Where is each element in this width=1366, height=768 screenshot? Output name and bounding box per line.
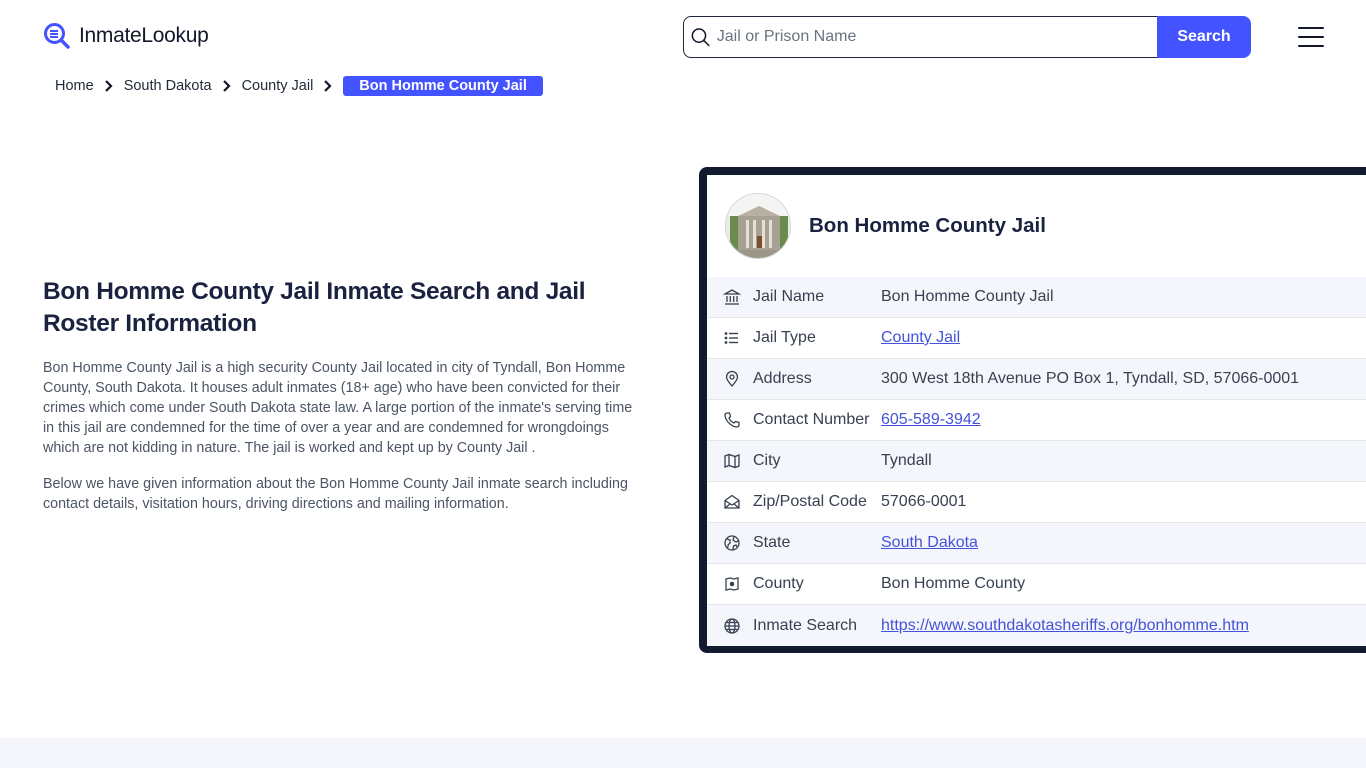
detail-row-state: State South Dakota (707, 523, 1366, 564)
detail-row-inmate-search: Inmate Search https://www.southdakotashe… (707, 605, 1366, 646)
menu-line (1298, 45, 1324, 47)
card-title: Bon Homme County Jail (809, 214, 1046, 237)
hamburger-menu-icon[interactable] (1298, 27, 1324, 47)
page-title: Bon Homme County Jail Inmate Search and … (43, 278, 586, 337)
globe-earth-icon (724, 535, 740, 551)
mail-open-icon (724, 494, 740, 509)
chevron-right-icon (324, 80, 332, 92)
detail-label: County (753, 575, 804, 592)
detail-row-city: City Tyndall (707, 441, 1366, 482)
phone-link[interactable]: 605-589-3942 (881, 411, 981, 429)
map-icon (724, 453, 740, 469)
detail-row-address: Address 300 West 18th Avenue PO Box 1, T… (707, 359, 1366, 400)
state-link[interactable]: South Dakota (881, 534, 978, 552)
detail-label: City (753, 452, 781, 469)
detail-label: Contact Number (753, 411, 870, 428)
detail-label: Jail Name (753, 288, 825, 305)
logo-text: InmateLookup (79, 24, 209, 47)
jail-type-link[interactable]: County Jail (881, 329, 960, 347)
detail-value: Bon Homme County Jail (881, 288, 1054, 305)
chevron-right-icon (222, 80, 231, 92)
jail-details-list: Jail Name Bon Homme County Jail Jail Typ… (707, 277, 1366, 646)
detail-row-contact: Contact Number 605-589-3942 (707, 400, 1366, 441)
detail-value: 300 West 18th Avenue PO Box 1, Tyndall, … (881, 370, 1300, 387)
detail-row-jail-type: Jail Type County Jail (707, 318, 1366, 359)
breadcrumb-jail-type[interactable]: County Jail (242, 78, 314, 94)
search-bar: Search (683, 16, 1251, 58)
detail-value: Bon Homme County (881, 575, 1026, 592)
intro-section: Bon Homme County Jail Inmate Search and … (43, 276, 633, 514)
inmate-search-link[interactable]: https://www.southdakotasheriffs.org/bonh… (881, 617, 1249, 635)
breadcrumb-current: Bon Homme County Jail (343, 76, 543, 96)
detail-value: 57066-0001 (881, 493, 967, 510)
globe-icon (724, 617, 740, 634)
detail-label: Inmate Search (753, 616, 858, 634)
breadcrumb-home[interactable]: Home (55, 78, 94, 94)
detail-label: State (753, 534, 791, 551)
search-field[interactable] (683, 16, 1157, 58)
detail-label: Address (753, 370, 812, 387)
info-paragraph: Below we have given information about th… (43, 476, 628, 512)
search-button[interactable]: Search (1157, 16, 1251, 58)
search-icon (691, 28, 710, 47)
detail-label: Jail Type (753, 329, 816, 346)
bank-icon (723, 289, 741, 305)
phone-icon (724, 412, 740, 428)
site-logo[interactable]: InmateLookup (43, 22, 209, 50)
search-input[interactable] (716, 28, 1157, 46)
breadcrumb: Home South Dakota County Jail Bon Homme … (55, 76, 543, 96)
menu-line (1298, 36, 1324, 38)
jail-info-card: Bon Homme County Jail Jail Name Bon Homm… (699, 167, 1366, 653)
footer-section (0, 738, 1366, 768)
detail-row-zip: Zip/Postal Code 57066-0001 (707, 482, 1366, 523)
magnifier-logo-icon (44, 23, 70, 49)
detail-row-jail-name: Jail Name Bon Homme County Jail (707, 277, 1366, 318)
county-map-icon (725, 577, 739, 591)
jail-building-image (725, 193, 791, 259)
list-icon (724, 332, 738, 344)
menu-line (1298, 27, 1324, 29)
detail-label: Zip/Postal Code (753, 493, 867, 510)
card-header: Bon Homme County Jail (707, 175, 1366, 277)
intro-paragraph: Bon Homme County Jail is a high security… (43, 360, 633, 456)
map-pin-icon (725, 370, 739, 387)
chevron-right-icon (104, 80, 113, 92)
detail-row-county: County Bon Homme County (707, 564, 1366, 605)
breadcrumb-state[interactable]: South Dakota (124, 78, 212, 94)
detail-value: Tyndall (881, 452, 932, 469)
